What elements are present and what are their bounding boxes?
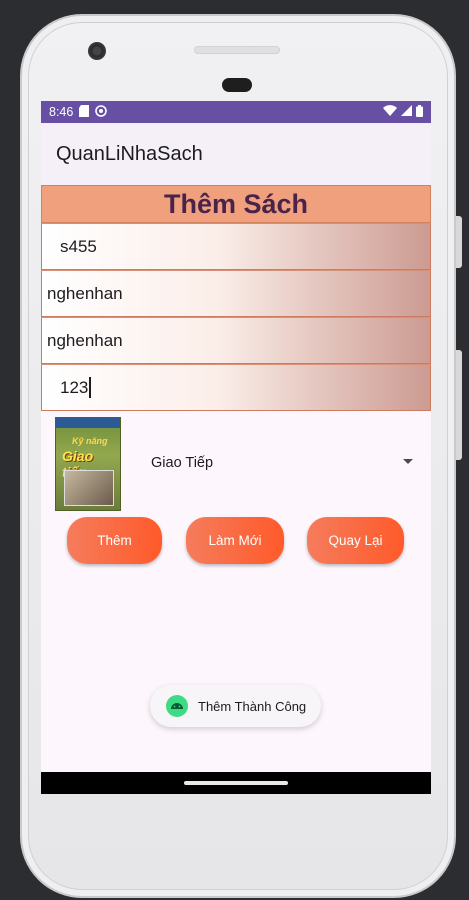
cover-band [56, 418, 120, 428]
home-gesture-handle[interactable] [184, 781, 288, 785]
status-bar: 8:46 [41, 101, 431, 123]
signal-icon [401, 105, 412, 119]
form-header: Thêm Sách [41, 185, 431, 223]
text-cursor [89, 377, 92, 398]
earpiece-speaker [194, 46, 280, 54]
volume-up-button [456, 216, 462, 268]
toast-text: Thêm Thành Công [198, 698, 307, 714]
author-input[interactable]: nghenhan [41, 317, 431, 364]
app-title: QuanLiNhaSach [56, 142, 203, 165]
category-spinner[interactable]: Giao Tiếp [151, 455, 213, 471]
add-button[interactable]: Thêm [67, 517, 162, 564]
price-value: 123 [60, 377, 89, 397]
cover-photo [64, 470, 114, 506]
author-value: nghenhan [47, 330, 123, 350]
book-id-input[interactable]: s455 [41, 223, 431, 270]
action-buttons: Thêm Làm Mới Quay Lại [41, 511, 431, 571]
proximity-sensor [222, 78, 252, 92]
book-name-input[interactable]: nghenhan [41, 270, 431, 317]
cover-title-line1: Kỹ năng [72, 436, 108, 446]
book-category-row: Kỹ năng Giao tiếp Giao Tiếp [41, 411, 431, 511]
form-header-text: Thêm Sách [163, 188, 309, 219]
status-time: 8:46 [49, 105, 74, 119]
wifi-icon [383, 105, 397, 119]
sd-card-icon [79, 104, 90, 120]
notification-icon [95, 104, 108, 120]
price-input[interactable]: 123 [41, 364, 431, 411]
power-button [456, 350, 462, 460]
app-screen: 8:46 QuanLiNhaSach Thêm Sách s455 nghenh… [41, 101, 431, 794]
battery-icon [416, 104, 423, 120]
book-id-value: s455 [60, 236, 97, 256]
front-camera [88, 42, 106, 60]
navigation-bar [41, 772, 431, 794]
book-cover-image[interactable]: Kỹ năng Giao tiếp [55, 417, 121, 511]
book-name-value: nghenhan [47, 283, 123, 303]
back-button[interactable]: Quay Lại [307, 517, 404, 564]
chevron-down-icon[interactable] [403, 459, 413, 464]
app-bar: QuanLiNhaSach [41, 123, 431, 185]
reset-button[interactable]: Làm Mới [186, 517, 284, 564]
android-icon [166, 695, 188, 717]
toast-message: Thêm Thành Công [150, 685, 321, 727]
